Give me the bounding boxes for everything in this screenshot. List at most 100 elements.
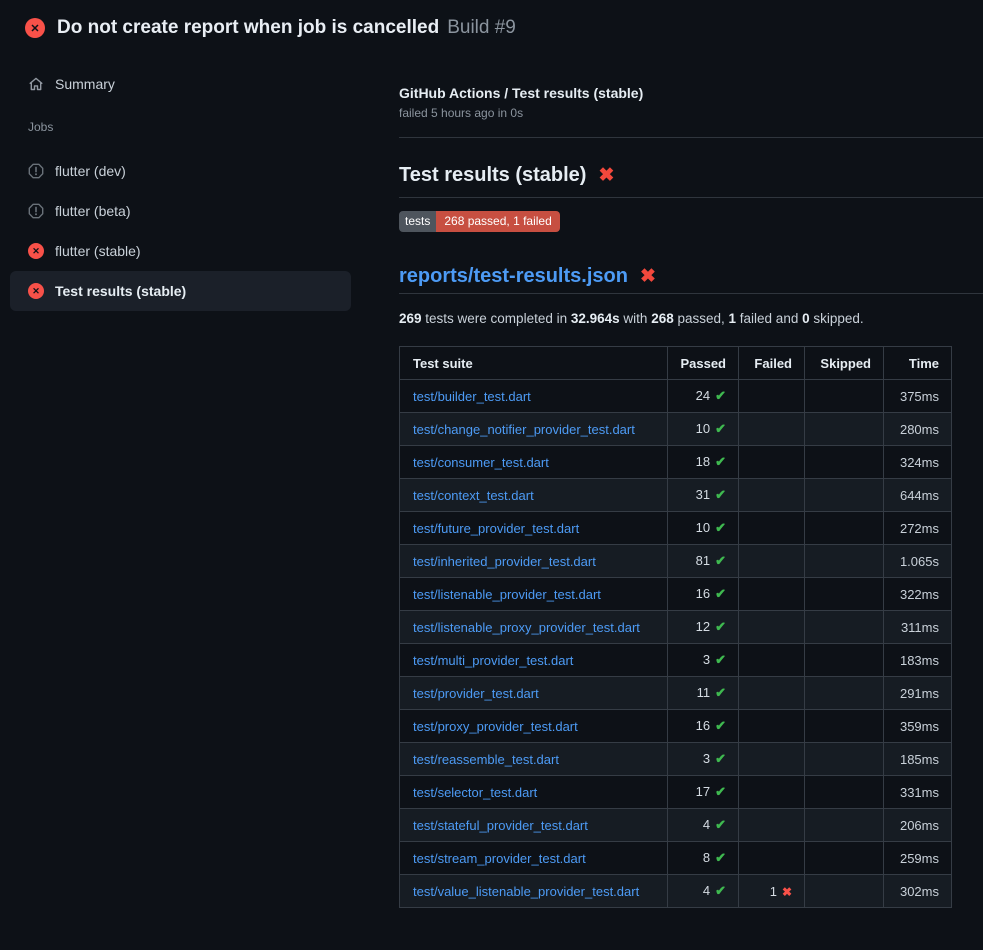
passed-count: 10 (696, 421, 710, 436)
passed-count: 12 (696, 619, 710, 634)
suite-link[interactable]: test/inherited_provider_test.dart (413, 554, 596, 569)
suite-cell: test/stream_provider_test.dart (400, 842, 668, 875)
suite-link[interactable]: test/change_notifier_provider_test.dart (413, 422, 635, 437)
sidebar-job-item[interactable]: ✕ flutter (dev) (10, 151, 351, 191)
table-row: test/stateful_provider_test.dart 4✔ ✖ 20… (400, 809, 952, 842)
suite-link[interactable]: test/future_provider_test.dart (413, 521, 579, 536)
sidebar-item-summary[interactable]: Summary (10, 70, 351, 98)
time-value: 359ms (900, 719, 939, 734)
suite-link[interactable]: test/selector_test.dart (413, 785, 537, 800)
report-file-link[interactable]: reports/test-results.json (399, 265, 628, 288)
table-row: test/listenable_provider_test.dart 16✔ ✖… (400, 578, 952, 611)
suite-link[interactable]: test/builder_test.dart (413, 389, 531, 404)
skipped-cell (805, 512, 884, 545)
failed-count: 1 (770, 884, 777, 899)
time-value: 311ms (901, 620, 939, 635)
column-header-test-suite: Test suite (400, 347, 668, 380)
time-cell: 272ms (884, 512, 952, 545)
build-number: Build #9 (447, 17, 516, 39)
skipped-cell (805, 875, 884, 908)
passed-count: 81 (696, 553, 710, 568)
time-value: 1.065s (900, 554, 939, 569)
badge-label: tests (399, 211, 436, 232)
failed-cell: ✖ (739, 578, 805, 611)
failed-cell: ✖ (739, 842, 805, 875)
suite-link[interactable]: test/listenable_provider_test.dart (413, 587, 601, 602)
failed-cell: ✖ (739, 545, 805, 578)
suite-link[interactable]: test/reassemble_test.dart (413, 752, 559, 767)
passed-check-icon: ✔ (715, 586, 726, 601)
failed-cell: ✖ (739, 611, 805, 644)
column-header-failed: Failed (739, 347, 805, 380)
time-cell: 280ms (884, 413, 952, 446)
suite-link[interactable]: test/provider_test.dart (413, 686, 539, 701)
time-cell: 259ms (884, 842, 952, 875)
suite-cell: test/listenable_provider_test.dart (400, 578, 668, 611)
passed-check-icon: ✔ (715, 421, 726, 436)
failed-cell: ✖ (739, 710, 805, 743)
time-cell: 331ms (884, 776, 952, 809)
time-value: 183ms (900, 653, 939, 668)
skipped-cell (805, 677, 884, 710)
suite-link[interactable]: test/stream_provider_test.dart (413, 851, 586, 866)
time-cell: 322ms (884, 578, 952, 611)
passed-cell: 11✔ (668, 677, 739, 710)
sidebar-job-item[interactable]: ✕ flutter (stable) (10, 231, 351, 271)
time-value: 272ms (900, 521, 939, 536)
passed-check-icon: ✔ (715, 553, 726, 568)
main-content: GitHub Actions / Test results (stable) f… (383, 47, 983, 908)
failed-status-icon: ✕ (25, 18, 45, 38)
passed-cell: 18✔ (668, 446, 739, 479)
suite-link[interactable]: test/listenable_proxy_provider_test.dart (413, 620, 640, 635)
suite-link[interactable]: test/context_test.dart (413, 488, 534, 503)
table-row: test/proxy_provider_test.dart 16✔ ✖ 359m… (400, 710, 952, 743)
suite-cell: test/reassemble_test.dart (400, 743, 668, 776)
passed-count: 10 (696, 520, 710, 535)
skipped-cell (805, 710, 884, 743)
passed-cell: 4✔ (668, 809, 739, 842)
suite-link[interactable]: test/proxy_provider_test.dart (413, 719, 578, 734)
failed-cell: ✖ (739, 413, 805, 446)
failed-cell: 1✖ (739, 875, 805, 908)
sidebar-job-item[interactable]: ✕ Test results (stable) (10, 271, 351, 311)
suite-link[interactable]: test/multi_provider_test.dart (413, 653, 573, 668)
skipped-cell (805, 644, 884, 677)
badge-value: 268 passed, 1 failed (436, 211, 559, 232)
sidebar-job-item[interactable]: ✕ flutter (beta) (10, 191, 351, 231)
time-value: 331ms (900, 785, 939, 800)
summary-part: 1 (729, 311, 737, 326)
passed-count: 16 (696, 718, 710, 733)
time-value: 259ms (900, 851, 939, 866)
passed-cell: 12✔ (668, 611, 739, 644)
failed-cell: ✖ (739, 479, 805, 512)
check-run-meta: failed 5 hours ago in 0s (399, 106, 983, 120)
failed-cell: ✖ (739, 677, 805, 710)
results-heading: Test results (stable) ✖ (399, 164, 983, 198)
passed-cell: 24✔ (668, 380, 739, 413)
passed-check-icon: ✔ (715, 784, 726, 799)
skipped-cell (805, 842, 884, 875)
suite-cell: test/proxy_provider_test.dart (400, 710, 668, 743)
suite-link[interactable]: test/value_listenable_provider_test.dart (413, 884, 639, 899)
page-title: Do not create report when job is cancell… (57, 17, 439, 39)
summary-part: with (620, 311, 652, 326)
column-header-time: Time (884, 347, 952, 380)
time-cell: 185ms (884, 743, 952, 776)
suite-link[interactable]: test/consumer_test.dart (413, 455, 549, 470)
table-row: test/inherited_provider_test.dart 81✔ ✖ … (400, 545, 952, 578)
suite-link[interactable]: test/stateful_provider_test.dart (413, 818, 588, 833)
job-label: Test results (stable) (55, 283, 186, 299)
passed-cell: 10✔ (668, 512, 739, 545)
table-row: test/listenable_proxy_provider_test.dart… (400, 611, 952, 644)
summary-part: 268 (651, 311, 674, 326)
time-cell: 375ms (884, 380, 952, 413)
time-cell: 1.065s (884, 545, 952, 578)
failed-x-icon: ✖ (640, 267, 656, 286)
summary-part: skipped. (810, 311, 864, 326)
failed-cell: ✖ (739, 380, 805, 413)
column-header-skipped: Skipped (805, 347, 884, 380)
table-row: test/stream_provider_test.dart 8✔ ✖ 259m… (400, 842, 952, 875)
suite-cell: test/listenable_proxy_provider_test.dart (400, 611, 668, 644)
page-header: ✕ Do not create report when job is cance… (0, 0, 983, 47)
failed-status-icon: ✕ (28, 283, 44, 299)
